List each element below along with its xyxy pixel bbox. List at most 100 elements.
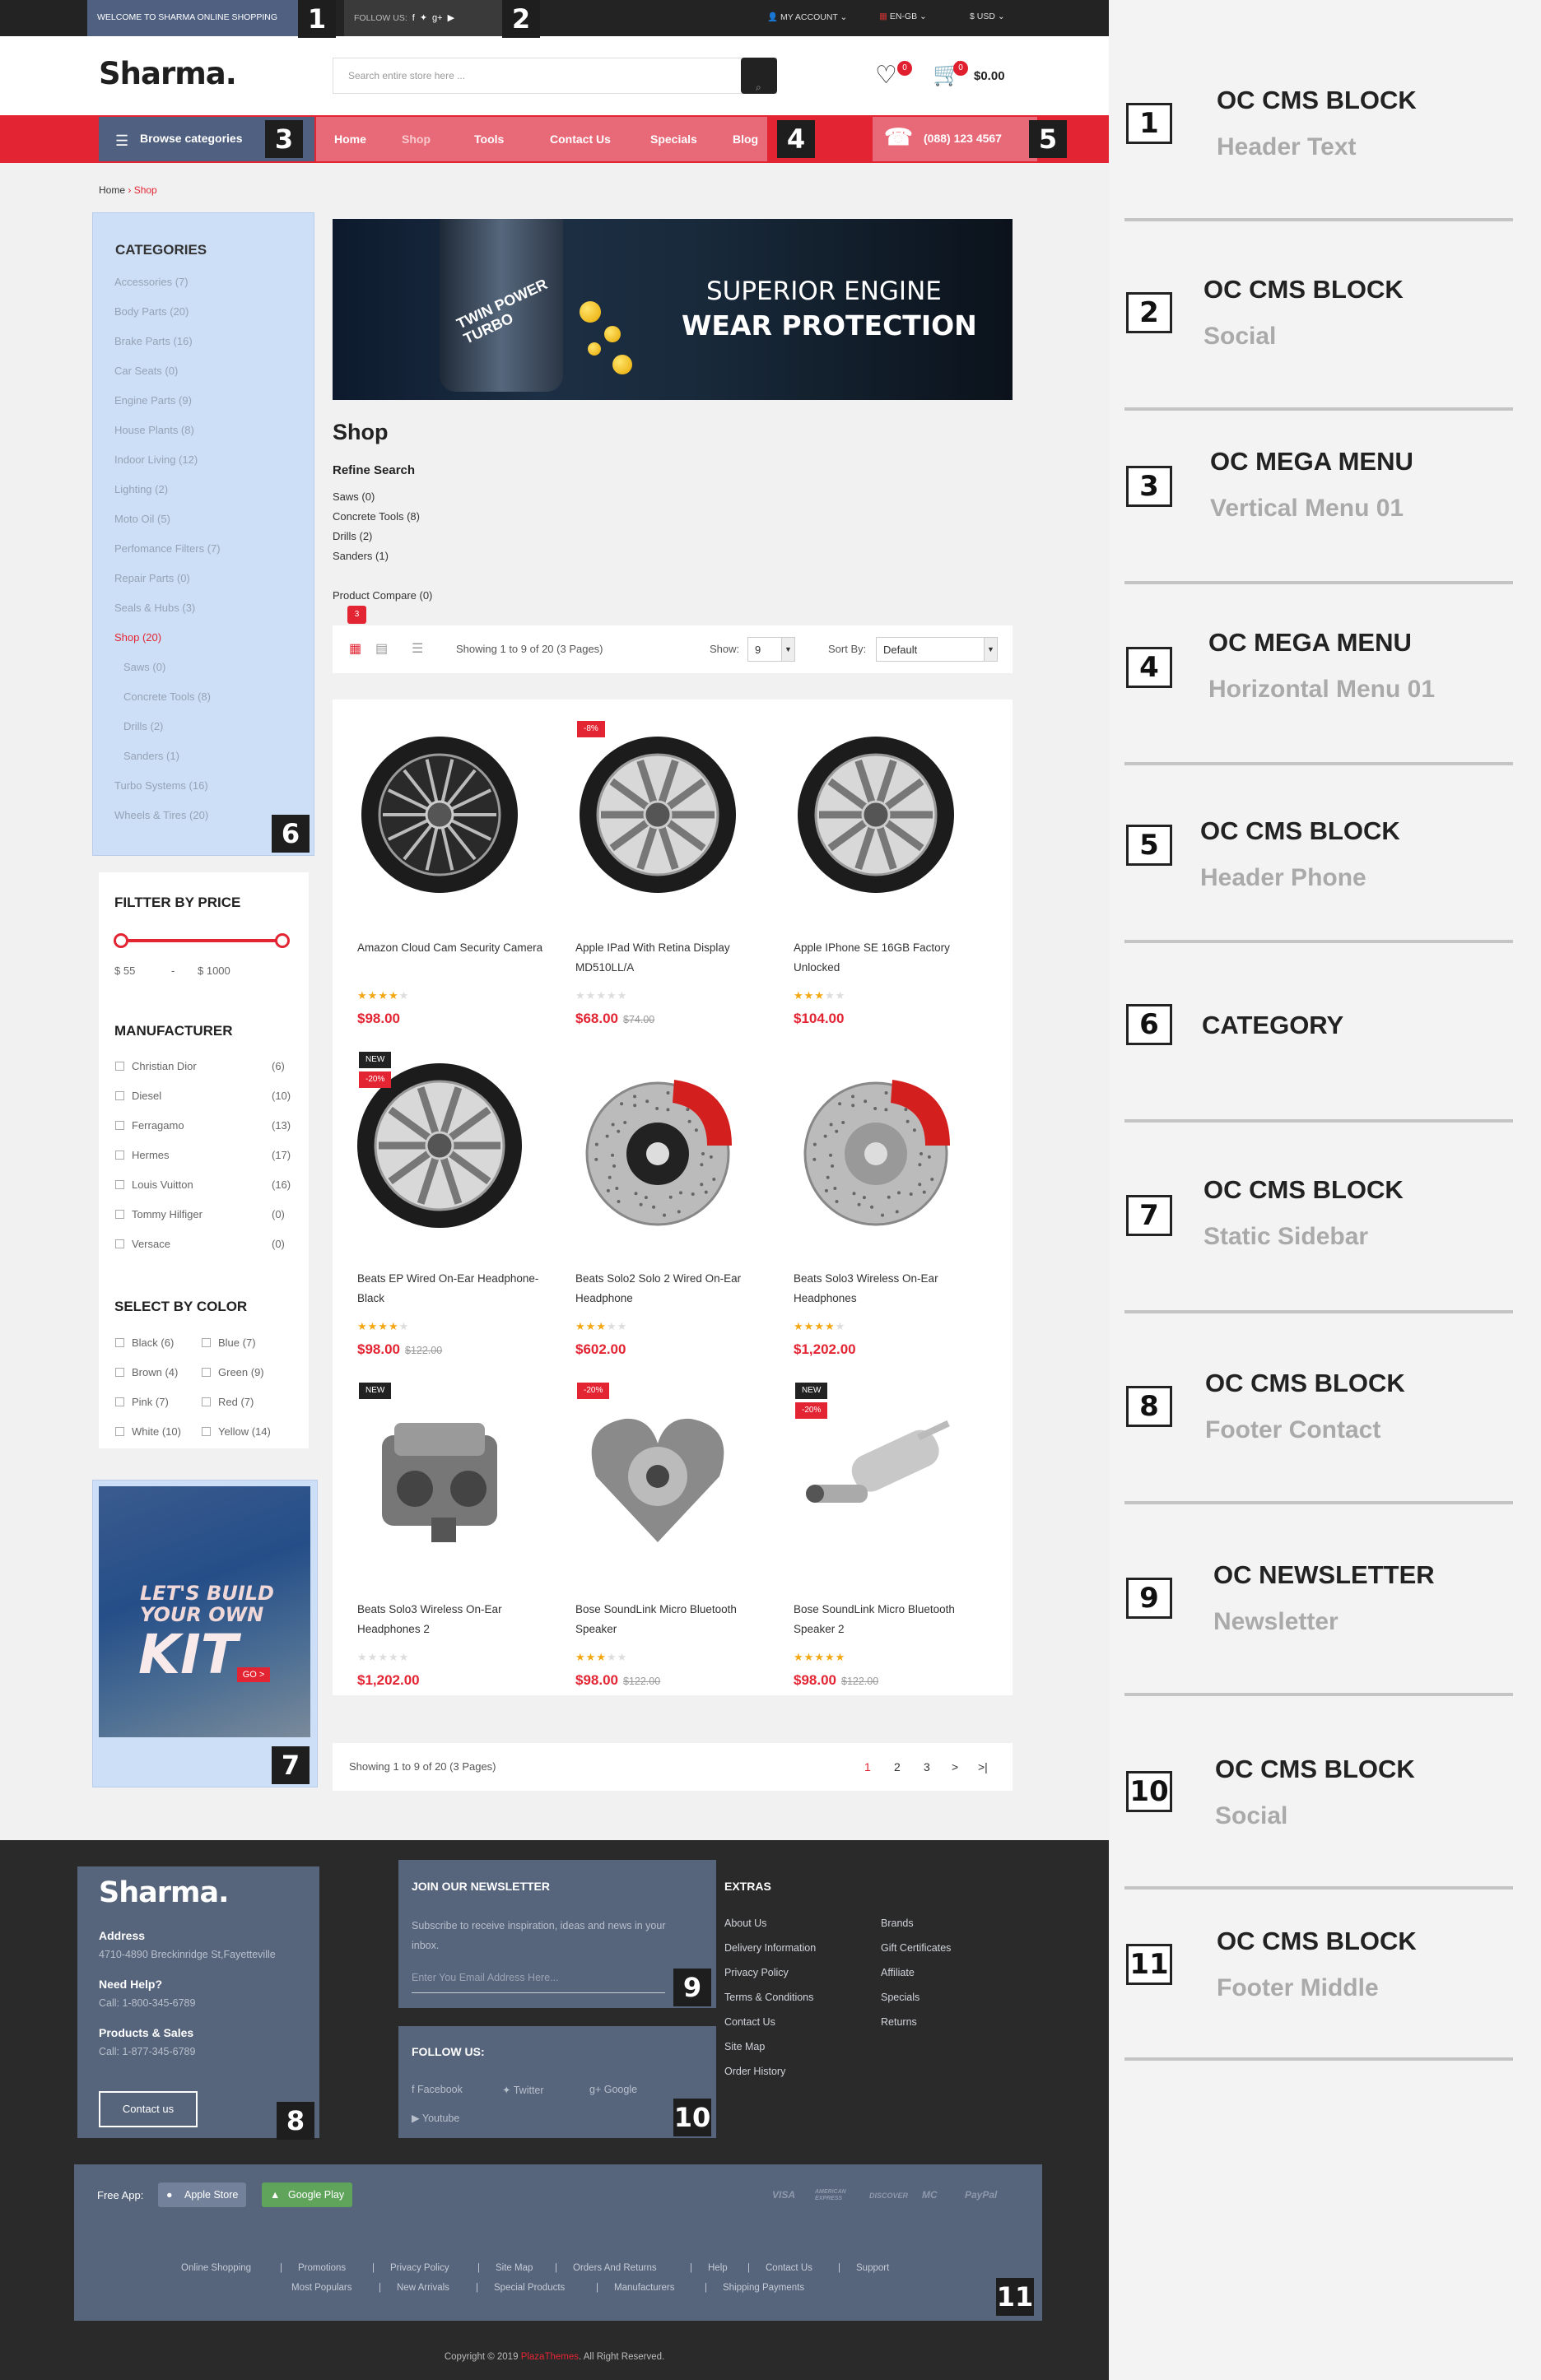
product-name[interactable]: Beats EP Wired On-Ear Headphone-Black bbox=[357, 1269, 555, 1309]
page-3[interactable]: 3 bbox=[924, 1760, 930, 1773]
sort-select[interactable]: Default ▼ bbox=[876, 637, 998, 662]
color-option[interactable]: Pink (7) bbox=[132, 1396, 169, 1408]
color-checkbox[interactable] bbox=[115, 1338, 124, 1347]
apple-store-button[interactable]: ● Apple Store bbox=[158, 2182, 247, 2207]
product-image[interactable] bbox=[575, 1394, 740, 1559]
footer-link[interactable]: Site Map bbox=[496, 2263, 533, 2273]
manufacturer-name[interactable]: Tommy Hilfiger bbox=[132, 1208, 203, 1220]
product-name[interactable]: Apple IPhone SE 16GB Factory Unlocked bbox=[794, 938, 991, 978]
color-option[interactable]: Brown (4) bbox=[132, 1366, 178, 1378]
product-image[interactable] bbox=[357, 1394, 522, 1559]
category-item[interactable]: Drills (2) bbox=[123, 720, 163, 732]
language-menu[interactable]: ▦ EN-GB ⌄ bbox=[879, 12, 927, 21]
category-item[interactable]: Sanders (1) bbox=[123, 750, 179, 762]
manufacturer-name[interactable]: Louis Vuitton bbox=[132, 1178, 193, 1191]
show-select[interactable]: 9 ▼ bbox=[747, 637, 795, 662]
footer-twitter-link[interactable]: ✦ Twitter bbox=[502, 2084, 544, 2096]
color-option[interactable]: White (10) bbox=[132, 1425, 181, 1438]
color-checkbox[interactable] bbox=[202, 1397, 211, 1406]
product-image[interactable] bbox=[357, 732, 522, 897]
product-name[interactable]: Beats Solo2 Solo 2 Wired On-Ear Headphon… bbox=[575, 1269, 773, 1309]
logo[interactable]: Sharma. bbox=[99, 56, 237, 91]
refine-link[interactable]: Saws (0) bbox=[333, 490, 375, 503]
footer-google-link[interactable]: g+ Google bbox=[589, 2084, 637, 2095]
extras-link[interactable]: Brands bbox=[881, 1917, 914, 1929]
extras-link[interactable]: Specials bbox=[881, 1992, 919, 2003]
search-button[interactable]: ⌕ bbox=[741, 58, 777, 94]
footer-link[interactable]: Promotions bbox=[298, 2263, 346, 2273]
category-item[interactable]: Wheels & Tires (20) bbox=[114, 809, 208, 821]
footer-link[interactable]: Orders And Returns bbox=[573, 2263, 657, 2273]
category-item[interactable]: Accessories (7) bbox=[114, 276, 189, 288]
wishlist-icon[interactable]: ♡ bbox=[875, 61, 897, 90]
color-checkbox[interactable] bbox=[202, 1368, 211, 1377]
color-option[interactable]: Red (7) bbox=[218, 1396, 254, 1408]
banner-go-button[interactable]: GO > bbox=[237, 1667, 270, 1682]
category-item[interactable]: Moto Oil (5) bbox=[114, 513, 170, 525]
footer-link[interactable]: Shipping Payments bbox=[723, 2283, 804, 2293]
product-name[interactable]: Bose SoundLink Micro Bluetooth Speaker 2 bbox=[794, 1600, 991, 1639]
cart-total[interactable]: $0.00 bbox=[974, 69, 1005, 83]
product-name[interactable]: Amazon Cloud Cam Security Camera bbox=[357, 938, 555, 958]
search-input[interactable]: Search entire store here ... ⌕ bbox=[333, 58, 777, 94]
footer-link[interactable]: Privacy Policy bbox=[390, 2263, 449, 2273]
youtube-icon[interactable]: ▶ bbox=[448, 13, 454, 23]
extras-link[interactable]: Gift Certificates bbox=[881, 1942, 951, 1954]
product-image[interactable] bbox=[794, 1063, 958, 1228]
extras-link[interactable]: Affiliate bbox=[881, 1967, 915, 1978]
nav-contact-us[interactable]: Contact Us bbox=[550, 132, 611, 146]
price-slider-track[interactable] bbox=[123, 939, 284, 942]
category-item[interactable]: Lighting (2) bbox=[114, 483, 168, 495]
category-item[interactable]: Shop (20) bbox=[114, 631, 161, 644]
color-checkbox[interactable] bbox=[202, 1338, 211, 1347]
category-item[interactable]: Brake Parts (16) bbox=[114, 335, 193, 347]
manufacturer-checkbox[interactable] bbox=[115, 1121, 124, 1130]
category-item[interactable]: Seals & Hubs (3) bbox=[114, 602, 195, 614]
header-phone[interactable]: ☎ (088) 123 4567 bbox=[873, 117, 1037, 161]
manufacturer-name[interactable]: Ferragamo bbox=[132, 1119, 184, 1132]
category-item[interactable]: Repair Parts (0) bbox=[114, 572, 190, 584]
refine-link[interactable]: Sanders (1) bbox=[333, 550, 389, 562]
product-name[interactable]: Beats Solo3 Wireless On-Ear Headphones bbox=[794, 1269, 991, 1309]
my-account-menu[interactable]: 👤 MY ACCOUNT ⌄ bbox=[767, 12, 847, 22]
contact-us-button[interactable]: Contact us bbox=[99, 2091, 198, 2127]
manufacturer-name[interactable]: Christian Dior bbox=[132, 1060, 197, 1072]
grid-view-icon[interactable]: ▦ bbox=[349, 640, 361, 657]
refine-link[interactable]: Drills (2) bbox=[333, 530, 372, 542]
nav-specials[interactable]: Specials bbox=[650, 132, 697, 146]
color-option[interactable]: Blue (7) bbox=[218, 1336, 256, 1349]
manufacturer-checkbox[interactable] bbox=[115, 1062, 124, 1071]
color-option[interactable]: Green (9) bbox=[218, 1366, 264, 1378]
footer-link[interactable]: Online Shopping bbox=[181, 2263, 251, 2273]
last-page[interactable]: >| bbox=[978, 1760, 988, 1773]
product-name[interactable]: Beats Solo3 Wireless On-Ear Headphones 2 bbox=[357, 1600, 555, 1639]
manufacturer-checkbox[interactable] bbox=[115, 1210, 124, 1219]
category-item[interactable]: Indoor Living (12) bbox=[114, 453, 198, 466]
manufacturer-name[interactable]: Diesel bbox=[132, 1090, 161, 1102]
nav-tools[interactable]: Tools bbox=[474, 132, 504, 146]
grid-large-view-icon[interactable]: ▤ bbox=[375, 640, 388, 657]
footer-link[interactable]: Manufacturers bbox=[614, 2283, 675, 2293]
extras-link[interactable]: Order History bbox=[724, 2066, 785, 2077]
extras-link[interactable]: Contact Us bbox=[724, 2016, 775, 2028]
manufacturer-checkbox[interactable] bbox=[115, 1180, 124, 1189]
category-item[interactable]: Car Seats (0) bbox=[114, 365, 178, 377]
google-plus-icon[interactable]: g+ bbox=[432, 13, 443, 23]
footer-link[interactable]: New Arrivals bbox=[397, 2283, 449, 2293]
build-kit-banner[interactable]: LET'S BUILD YOUR OWN KIT GO > bbox=[99, 1486, 310, 1737]
manufacturer-checkbox[interactable] bbox=[115, 1239, 124, 1248]
category-item[interactable]: Perfomance Filters (7) bbox=[114, 542, 221, 555]
category-item[interactable]: Engine Parts (9) bbox=[114, 394, 192, 407]
footer-youtube-link[interactable]: ▶ Youtube bbox=[412, 2112, 459, 2124]
color-checkbox[interactable] bbox=[115, 1397, 124, 1406]
footer-link[interactable]: Contact Us bbox=[766, 2263, 812, 2273]
category-item[interactable]: Concrete Tools (8) bbox=[123, 690, 211, 703]
product-image[interactable] bbox=[794, 1394, 958, 1559]
manufacturer-name[interactable]: Versace bbox=[132, 1238, 170, 1250]
nav-shop[interactable]: Shop bbox=[402, 132, 431, 146]
extras-link[interactable]: Returns bbox=[881, 2016, 917, 2028]
color-option[interactable]: Black (6) bbox=[132, 1336, 174, 1349]
product-image[interactable] bbox=[357, 1063, 522, 1228]
nav-home[interactable]: Home bbox=[334, 132, 366, 146]
extras-link[interactable]: About Us bbox=[724, 1917, 766, 1929]
